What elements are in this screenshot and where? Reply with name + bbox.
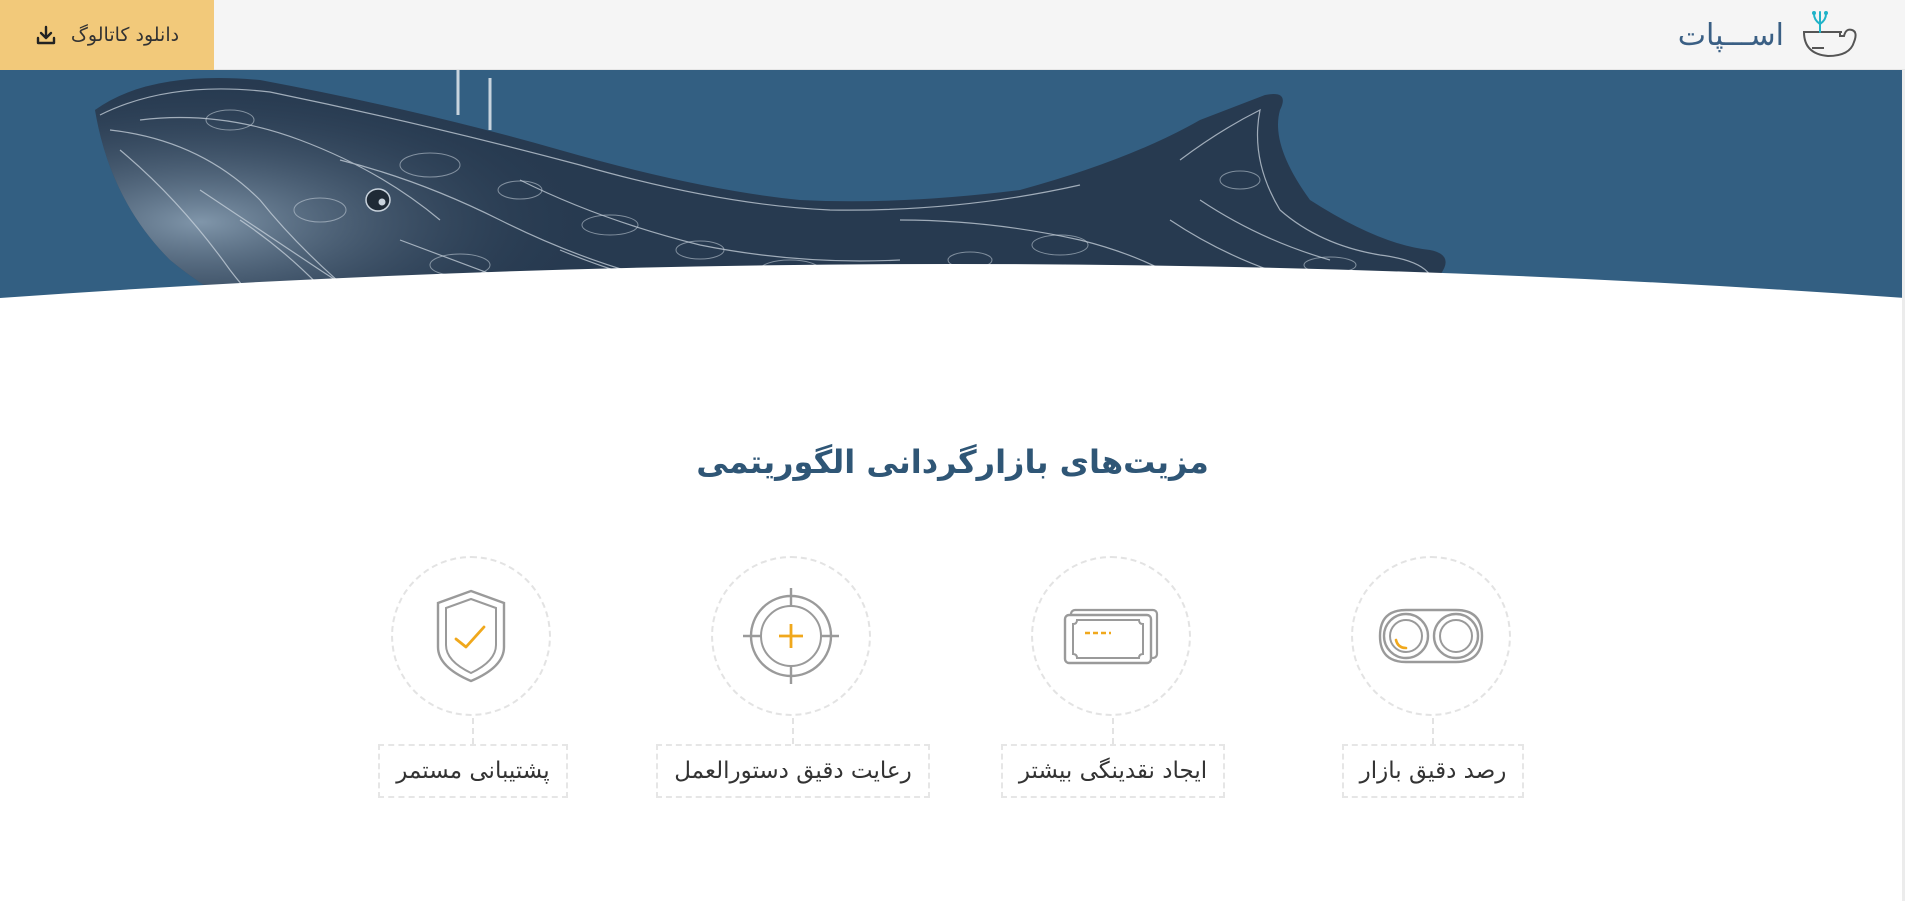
feature-instruction-compliance: رعایت دقیق دستورالعمل [643,556,943,806]
bowl-sprout-icon [1802,11,1857,58]
feature-label: رعایت دقیق دستورالعمل [656,744,930,798]
feature-icon-circle [391,556,551,716]
feature-connector [1432,718,1434,744]
brand[interactable]: اســـپات [1678,8,1860,62]
feature-label: ایجاد نقدینگی بیشتر [1000,744,1226,798]
feature-icon-circle [711,556,871,716]
money-icon [1063,608,1159,665]
feature-label: رصد دقیق بازار [1341,744,1525,798]
top-bar: اســـپات دانلود کاتالوگ [0,0,1905,70]
whale-illustration [0,70,1905,370]
feature-market-monitoring: رصد دقیق بازار [1283,556,1583,806]
feature-continuous-support: پشتیبانی مستمر [323,556,623,806]
download-catalog-button[interactable]: دانلود کاتالوگ [0,0,214,70]
feature-connector [472,718,474,744]
feature-more-liquidity: ایجاد نقدینگی بیشتر [963,556,1263,806]
feature-label: پشتیبانی مستمر [378,744,568,798]
binoculars-icon [1378,608,1484,664]
feature-icon-circle [1351,556,1511,716]
download-catalog-label: دانلود کاتالوگ [70,24,180,46]
brand-name: اســـپات [1677,17,1784,53]
feature-connector [792,718,794,744]
feature-icon-circle [1031,556,1191,716]
hero-banner [0,70,1905,370]
download-icon [36,25,56,45]
shield-check-icon [436,589,506,683]
feature-connector [1112,718,1114,744]
section-title: مزیت‌های بازارگردانی الگوریتمی [696,443,1209,481]
crosshair-icon [743,588,839,684]
